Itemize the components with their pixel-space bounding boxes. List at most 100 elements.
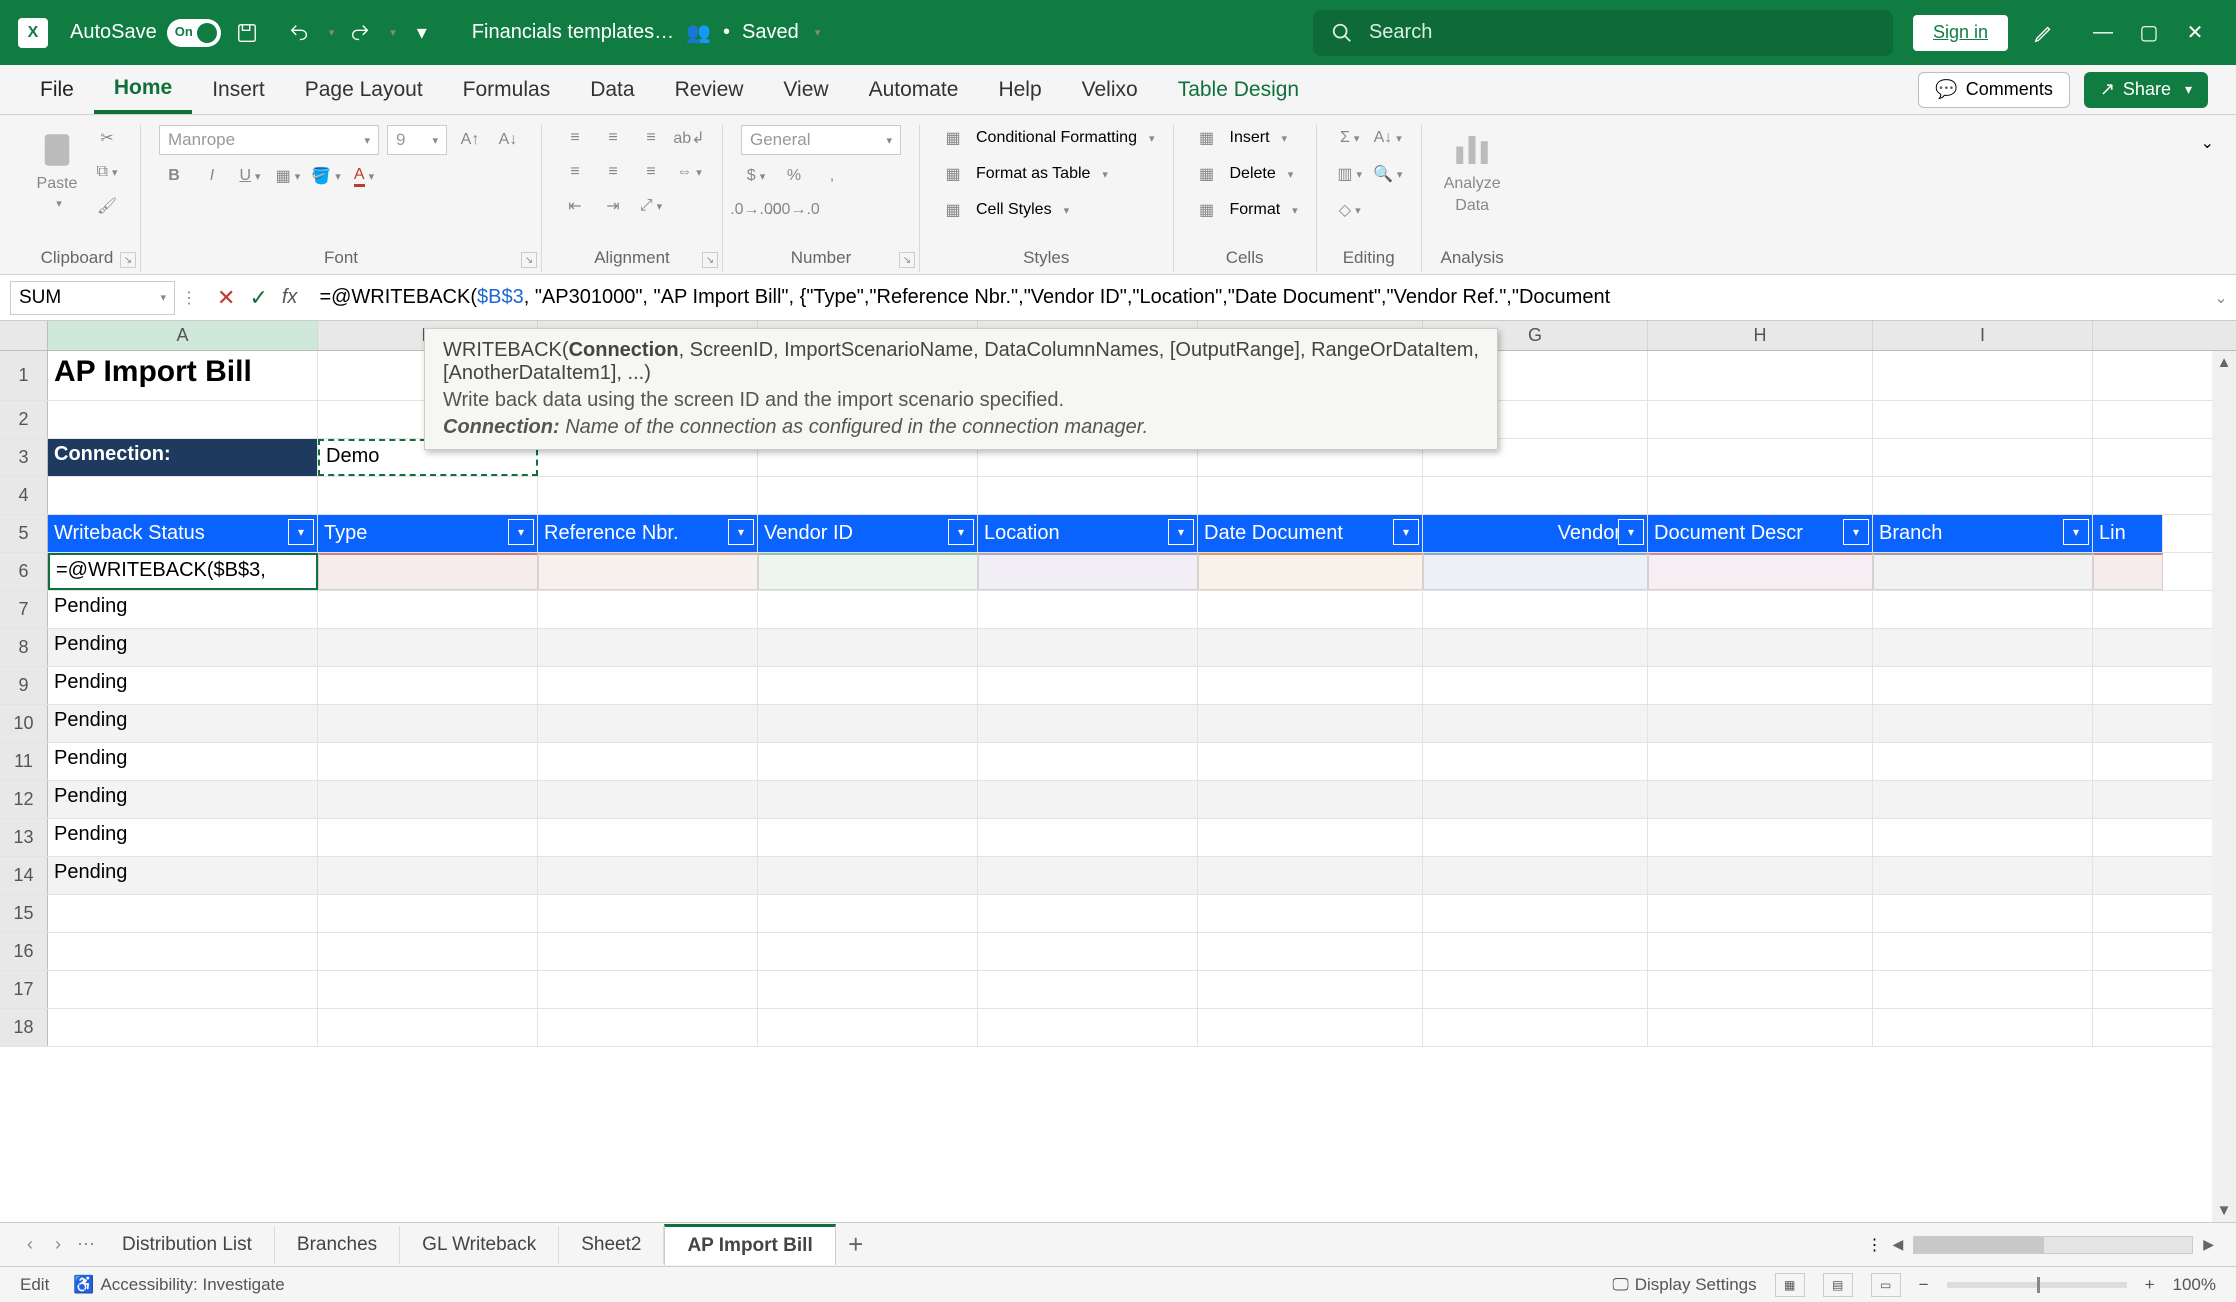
filter-icon[interactable]: ▾ [728,519,754,545]
cell[interactable] [1198,743,1423,780]
row-header[interactable]: 13 [0,819,48,856]
cell[interactable]: Pending [48,591,318,628]
close-button[interactable]: ✕ [2172,20,2218,45]
cell[interactable]: Pending [48,781,318,818]
document-title[interactable]: Financials templates… 👥 • Saved ▾ [472,20,820,45]
sheet-tab[interactable]: Sheet2 [559,1226,664,1264]
borders-button[interactable]: ▦▾ [273,163,303,189]
cell[interactable] [1423,857,1648,894]
cell[interactable] [318,781,538,818]
cell[interactable] [48,477,318,514]
tab-velixo[interactable]: Velixo [1062,68,1158,112]
scroll-right-icon[interactable]: ▶ [2197,1236,2220,1253]
cell[interactable] [1423,477,1648,514]
cell[interactable] [1873,629,2093,666]
comments-button[interactable]: 💬 Comments [1918,72,2069,108]
cell[interactable] [318,1009,538,1046]
paste-button[interactable]: Paste ▾ [32,125,82,214]
cell[interactable] [758,629,978,666]
cell[interactable] [318,933,538,970]
cell[interactable] [978,477,1198,514]
cell[interactable] [1873,933,2093,970]
cell[interactable] [1873,819,2093,856]
cell[interactable] [48,933,318,970]
align-right-icon[interactable]: ≡ [636,159,666,185]
col-header[interactable]: I [1873,321,2093,350]
tab-table-design[interactable]: Table Design [1158,68,1319,112]
minimize-button[interactable]: — [2080,21,2126,44]
cell[interactable] [1423,743,1648,780]
copy-icon[interactable]: ⧉▾ [92,159,122,185]
decrease-indent-icon[interactable]: ⇤ [560,193,590,219]
cell[interactable] [1423,629,1648,666]
scroll-left-icon[interactable]: ◀ [1886,1236,1909,1253]
tab-home[interactable]: Home [94,66,192,114]
decrease-font-icon[interactable]: A↓ [493,127,523,153]
format-cells-button[interactable]: ▦ Format▾ [1192,197,1298,223]
cell[interactable] [978,705,1198,742]
cell[interactable] [758,971,978,1008]
increase-decimal-icon[interactable]: .0→.00 [741,197,771,223]
tab-view[interactable]: View [763,68,848,112]
cell[interactable] [1648,819,1873,856]
cell[interactable] [2093,553,2163,590]
cell[interactable] [1423,553,1648,590]
align-middle-icon[interactable]: ≡ [598,125,628,151]
cell[interactable] [1648,477,1873,514]
cell[interactable] [318,477,538,514]
cell[interactable] [1198,933,1423,970]
insert-cells-button[interactable]: ▦ Insert▾ [1192,125,1288,151]
cell[interactable]: Pending [48,857,318,894]
cell[interactable] [1648,857,1873,894]
cell[interactable] [1198,1009,1423,1046]
cell[interactable]: Pending [48,629,318,666]
table-header[interactable]: Type▾ [318,515,538,552]
cell[interactable]: Pending [48,705,318,742]
cell[interactable] [538,933,758,970]
autosum-icon[interactable]: Σ▾ [1335,125,1365,151]
decrease-decimal-icon[interactable]: .00→.0 [779,197,809,223]
maximize-button[interactable]: ▢ [2126,20,2172,45]
cell[interactable] [1198,477,1423,514]
accessibility-status[interactable]: ♿ Accessibility: Investigate [73,1275,284,1295]
cell[interactable] [978,781,1198,818]
delete-cells-button[interactable]: ▦ Delete▾ [1192,161,1294,187]
filter-icon[interactable]: ▾ [508,519,534,545]
tab-help[interactable]: Help [978,68,1061,112]
cell[interactable] [538,553,758,590]
cell[interactable] [538,971,758,1008]
row-header[interactable]: 7 [0,591,48,628]
cell[interactable] [758,591,978,628]
view-normal-icon[interactable]: ▦ [1775,1273,1805,1297]
table-header[interactable]: Writeback Status▾ [48,515,318,552]
cell[interactable]: Pending [48,743,318,780]
row-header[interactable]: 10 [0,705,48,742]
cell[interactable] [318,819,538,856]
cell[interactable] [1648,351,1873,400]
cell[interactable] [1423,819,1648,856]
clipboard-launcher[interactable]: ↘ [120,252,136,268]
filter-icon[interactable]: ▾ [1618,519,1644,545]
cell[interactable] [538,667,758,704]
cell[interactable] [538,819,758,856]
row-header[interactable]: 14 [0,857,48,894]
find-select-icon[interactable]: 🔍▾ [1373,161,1403,187]
cell[interactable] [1198,629,1423,666]
cell[interactable] [1648,781,1873,818]
undo-icon[interactable] [285,19,313,47]
col-header[interactable]: H [1648,321,1873,350]
sheet-tab[interactable]: Branches [275,1226,400,1264]
display-settings-button[interactable]: 🖵 Display Settings [1612,1275,1756,1295]
row-header[interactable]: 15 [0,895,48,932]
table-header[interactable]: Branch▾ [1873,515,2093,552]
cell[interactable] [318,553,538,590]
cell[interactable] [978,971,1198,1008]
sort-filter-icon[interactable]: A↓▾ [1373,125,1403,151]
cell[interactable] [538,591,758,628]
cell[interactable] [318,591,538,628]
row-header[interactable]: 11 [0,743,48,780]
formula-cancel-button[interactable]: ✕ [217,285,235,311]
scroll-track[interactable] [1913,1236,2193,1254]
cell[interactable] [758,667,978,704]
cell[interactable] [978,743,1198,780]
